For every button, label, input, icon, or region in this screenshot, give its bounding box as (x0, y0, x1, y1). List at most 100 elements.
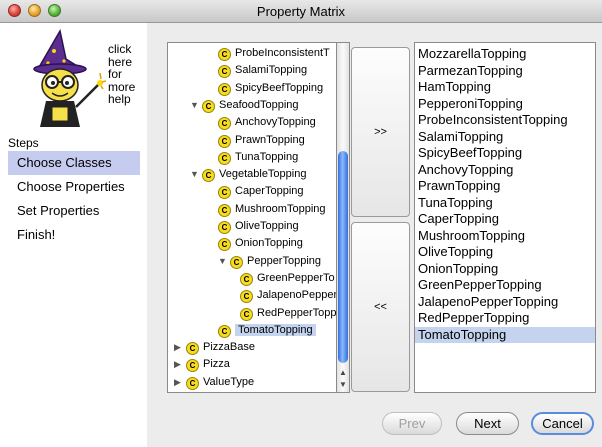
list-item[interactable]: TomatoTopping (415, 326, 595, 343)
list-item[interactable]: SalamiTopping (415, 129, 595, 145)
class-icon: C (218, 186, 231, 200)
class-icon: C (186, 359, 199, 373)
class-icon: C (230, 255, 243, 269)
class-icon: C (218, 221, 231, 234)
tree-item[interactable]: ▼ C VegetableTopping (190, 166, 306, 183)
tree-item-label: SalamiTopping (235, 64, 308, 77)
tree-item-label: ProbeInconsistentT (235, 47, 330, 59)
disclosure-collapsed-icon[interactable]: ▶ (174, 339, 184, 356)
class-icon: C (218, 65, 231, 79)
tree-item[interactable]: ▶ C PizzaBase (174, 339, 255, 356)
tree-item[interactable]: C CaperTopping (218, 183, 304, 200)
tree-scrollbar[interactable]: ▲ ▼ (336, 42, 350, 393)
prev-button[interactable]: Prev (382, 412, 442, 435)
tree-item[interactable]: C OnionTopping (218, 235, 303, 252)
class-icon: C (218, 238, 231, 252)
selected-classes-list[interactable]: MozzarellaTopping ParmezanTopping HamToppi… (414, 42, 596, 393)
class-icon: C (186, 376, 199, 390)
list-item[interactable]: CaperTopping (415, 211, 595, 227)
list-item[interactable]: PrawnTopping (415, 178, 595, 194)
disclosure-collapsed-icon[interactable]: ▶ (174, 374, 184, 391)
tree-item-label: CaperTopping (235, 185, 304, 198)
class-tree[interactable]: C ProbeInconsistentT C SalamiTopping C SpicyB… (167, 42, 337, 393)
list-item[interactable]: GreenPepperTopping (415, 277, 595, 293)
class-icon: C (186, 342, 199, 356)
list-item[interactable]: PepperoniTopping (415, 96, 595, 112)
window-title: Property Matrix (256, 4, 346, 19)
cancel-button[interactable]: Cancel (531, 412, 594, 435)
disclosure-collapsed-icon[interactable]: ▶ (174, 356, 184, 373)
list-item[interactable]: MozzarellaTopping (415, 46, 595, 62)
tree-item[interactable]: C JalapenoPepper (240, 287, 337, 304)
tree-item-label: SpicyBeefTopping (235, 81, 324, 94)
list-item[interactable]: RedPepperTopping (415, 310, 595, 326)
next-button[interactable]: Next (456, 412, 519, 435)
tree-item-label: JalapenoPepper (257, 289, 337, 302)
class-icon: C (202, 99, 215, 113)
tree-item-label: GreenPepperTo (257, 271, 335, 284)
scroll-thumb[interactable] (338, 151, 348, 363)
tree-item-label: RedPepperTopp (257, 306, 337, 319)
tree-item[interactable]: C SalamiTopping (218, 62, 307, 79)
tree-item-label: TunaTopping (235, 150, 299, 163)
list-item[interactable]: ProbeInconsistentTopping (415, 112, 595, 128)
tree-item-label: PizzaBase (203, 341, 255, 354)
tree-item[interactable]: C AnchovyTopping (218, 114, 316, 131)
tree-item[interactable]: C PrawnTopping (218, 132, 305, 149)
step-choose-classes[interactable]: Choose Classes (8, 151, 140, 175)
add-classes-button[interactable]: >> (351, 47, 410, 217)
step-choose-properties[interactable]: Choose Properties (8, 175, 140, 199)
disclosure-expanded-icon[interactable]: ▼ (190, 166, 200, 183)
tree-item[interactable]: C TomatoTopping (218, 322, 316, 339)
wizard-help-icon[interactable] (8, 29, 108, 129)
tree-item-label: ValueType (203, 375, 255, 388)
scroll-down-arrow-icon[interactable]: ▼ (338, 379, 348, 391)
tree-item[interactable]: C OliveTopping (218, 218, 299, 235)
disclosure-expanded-icon[interactable]: ▼ (218, 253, 228, 270)
wizard-sidebar: click here for more help Steps Choose Cl… (0, 23, 147, 447)
tree-item-label: SeafoodTopping (219, 98, 299, 111)
tree-item-label: OliveTopping (235, 220, 299, 232)
class-icon: C (218, 134, 231, 148)
list-item[interactable]: OnionTopping (415, 261, 595, 277)
tree-item[interactable]: ▼ C SeafoodTopping (190, 97, 299, 114)
disclosure-expanded-icon[interactable]: ▼ (190, 97, 200, 114)
class-icon: C (218, 324, 231, 338)
step-set-properties[interactable]: Set Properties (8, 199, 140, 223)
tree-item-label: Pizza (203, 358, 230, 371)
steps-heading: Steps (8, 136, 39, 150)
class-icon: C (218, 117, 231, 131)
list-item[interactable]: ParmezanTopping (415, 63, 595, 79)
tree-item[interactable]: C GreenPepperTo (240, 270, 335, 287)
tree-item[interactable]: C SpicyBeefTopping (218, 80, 323, 97)
tree-item[interactable]: C ProbeInconsistentT (218, 45, 330, 62)
remove-classes-button[interactable]: << (351, 222, 410, 392)
class-icon: C (218, 48, 231, 61)
tree-item-label: MushroomTopping (235, 202, 326, 215)
tree-item[interactable]: ▶ C Pizza (174, 356, 230, 373)
class-icon: C (218, 203, 231, 217)
tree-item-label: PrawnTopping (235, 133, 305, 146)
tree-item[interactable]: ▼ C PepperTopping (218, 253, 321, 270)
list-item[interactable]: TunaTopping (415, 195, 595, 211)
scroll-up-arrow-icon[interactable]: ▲ (338, 367, 348, 379)
class-icon: C (202, 169, 215, 183)
list-item[interactable]: SpicyBeefTopping (415, 145, 595, 161)
step-finish[interactable]: Finish! (8, 223, 140, 247)
list-item[interactable]: JalapenoPepperTopping (415, 294, 595, 310)
class-icon: C (218, 82, 231, 96)
class-icon: C (240, 290, 253, 304)
list-item[interactable]: OliveTopping (415, 244, 595, 260)
help-link[interactable]: click here for more help (108, 43, 135, 106)
list-item[interactable]: HamTopping (415, 79, 595, 95)
tree-item[interactable]: C TunaTopping (218, 149, 298, 166)
tree-item[interactable]: ▶ C ValueType (174, 374, 254, 391)
title-bar: Property Matrix (0, 0, 602, 23)
tree-item-label: VegetableTopping (219, 168, 307, 181)
tree-item-label: OnionTopping (235, 237, 303, 250)
tree-item[interactable]: C MushroomTopping (218, 201, 326, 218)
list-item[interactable]: AnchovyTopping (415, 162, 595, 178)
tree-item[interactable]: C RedPepperTopp (240, 305, 337, 322)
list-item[interactable]: MushroomTopping (415, 228, 595, 244)
tree-item-label: AnchovyTopping (235, 116, 316, 129)
